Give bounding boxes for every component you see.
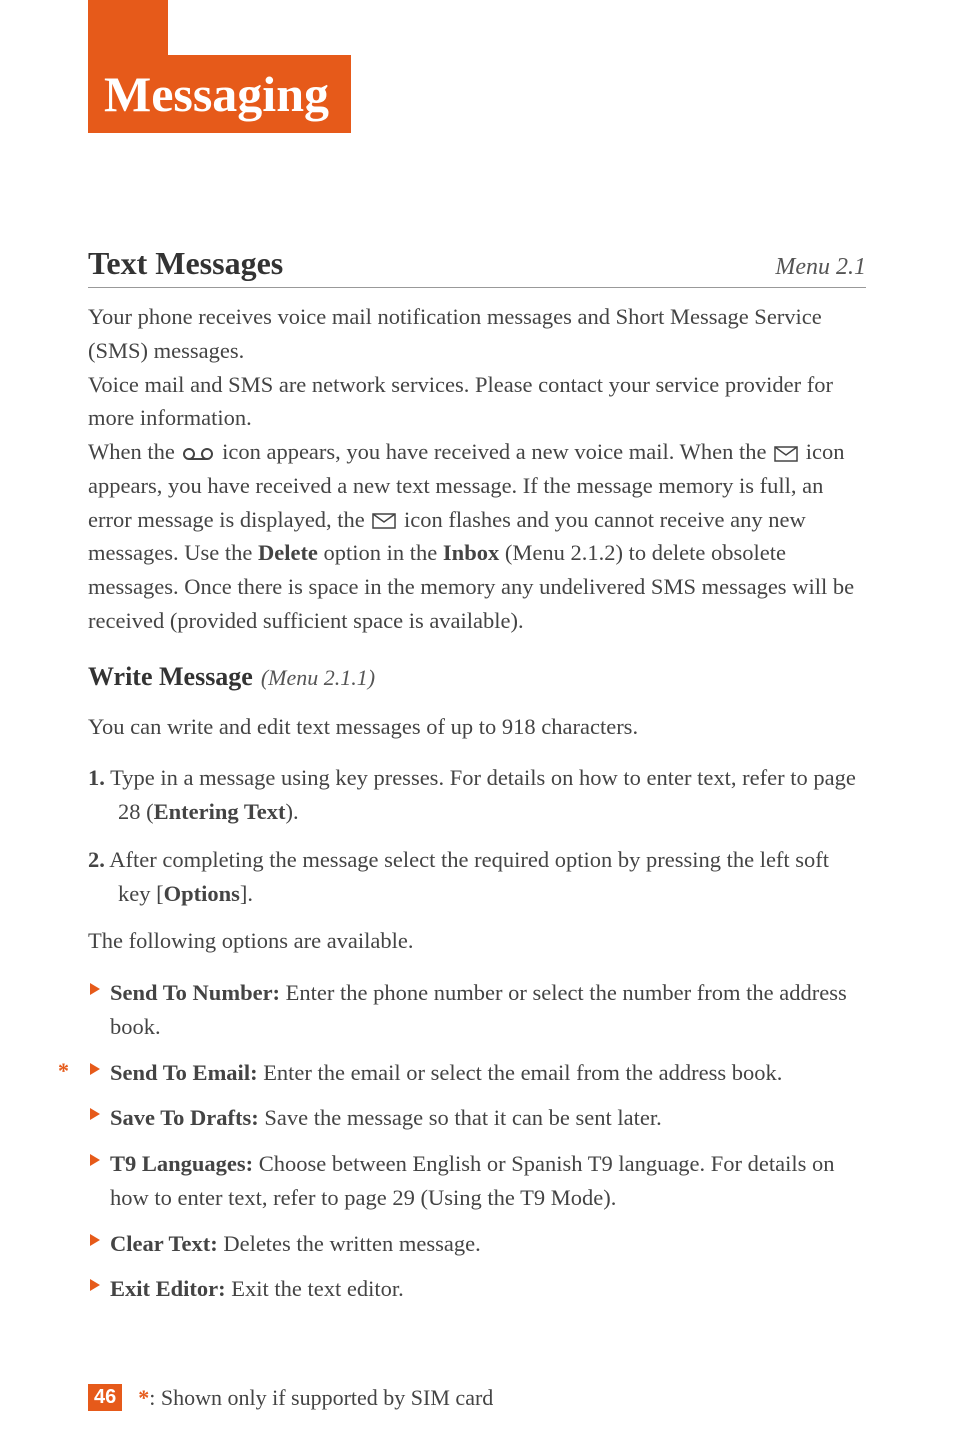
step-1-bold: Entering Text [154, 799, 286, 824]
subsection-title: Write Message [88, 662, 253, 691]
option-desc: Deletes the written message. [218, 1231, 481, 1256]
option-label: Clear Text: [110, 1231, 218, 1256]
option-text: Save To Drafts: Save the message so that… [110, 1101, 662, 1135]
subsection-ref: (Menu 2.1.1) [261, 665, 375, 690]
page-footer: 46 *: Shown only if supported by SIM car… [88, 1384, 493, 1411]
option-desc: Exit the text editor. [226, 1276, 404, 1301]
option-text: Send To Number: Enter the phone number o… [110, 976, 866, 1044]
option-desc: Save the message so that it can be sent … [259, 1105, 662, 1130]
header-accent-block [88, 0, 168, 55]
option-save-to-drafts: Save To Drafts: Save the message so that… [88, 1101, 866, 1135]
step-2-bold: Options [164, 881, 240, 906]
step-2: 2. After completing the message select t… [88, 843, 866, 911]
option-exit-editor: Exit Editor: Exit the text editor. [88, 1272, 866, 1306]
option-send-to-email: * Send To Email: Enter the email or sele… [88, 1056, 866, 1090]
section-header: Text Messages Menu 2.1 [88, 245, 866, 288]
chapter-title: Messaging [104, 66, 329, 122]
triangle-bullet-icon [88, 1062, 102, 1076]
step-1: 1. Type in a message using key presses. … [88, 761, 866, 829]
message-icon [774, 446, 798, 462]
footnote-text: : Shown only if supported by SIM card [149, 1385, 493, 1410]
intro-paragraph: Your phone receives voice mail notificat… [88, 300, 866, 638]
option-label: Save To Drafts: [110, 1105, 259, 1130]
options-intro: The following options are available. [88, 924, 866, 958]
message-icon-2 [372, 513, 396, 529]
footnote: *: Shown only if supported by SIM card [138, 1385, 493, 1411]
triangle-bullet-icon [88, 1233, 102, 1247]
option-text: T9 Languages: Choose between English or … [110, 1147, 866, 1215]
step-1-text-b: ). [286, 799, 299, 824]
chapter-title-block: Messaging [88, 55, 351, 133]
triangle-bullet-icon [88, 1153, 102, 1167]
intro-p1: Your phone receives voice mail notificat… [88, 304, 822, 363]
step-2-num: 2. [88, 847, 105, 872]
option-text: Exit Editor: Exit the text editor. [110, 1272, 404, 1306]
option-label: T9 Languages: [110, 1151, 253, 1176]
asterisk-marker: * [58, 1058, 69, 1084]
intro-p3f: option in the [318, 540, 443, 565]
section-title: Text Messages [88, 245, 283, 282]
triangle-bullet-icon [88, 1107, 102, 1121]
page-number: 46 [88, 1384, 122, 1411]
option-label: Send To Number: [110, 980, 280, 1005]
triangle-bullet-icon [88, 1278, 102, 1292]
voicemail-icon [182, 446, 214, 462]
intro-inbox-bold: Inbox [443, 540, 499, 565]
option-t9-languages: T9 Languages: Choose between English or … [88, 1147, 866, 1215]
option-label: Exit Editor: [110, 1276, 226, 1301]
subsection-intro: You can write and edit text messages of … [88, 710, 866, 744]
step-1-num: 1. [88, 765, 105, 790]
option-label: Send To Email: [110, 1060, 258, 1085]
intro-p3b: icon appears, you have received a new vo… [216, 439, 772, 464]
option-text: Clear Text: Deletes the written message. [110, 1227, 481, 1261]
option-desc: Enter the email or select the email from… [258, 1060, 783, 1085]
footnote-asterisk: * [138, 1385, 149, 1410]
option-clear-text: Clear Text: Deletes the written message. [88, 1227, 866, 1261]
intro-p3a: When the [88, 439, 180, 464]
section-menu-ref: Menu 2.1 [775, 254, 866, 281]
intro-delete-bold: Delete [258, 540, 318, 565]
page-content: Text Messages Menu 2.1 Your phone receiv… [88, 245, 866, 1318]
subsection-header: Write Message (Menu 2.1.1) [88, 662, 866, 692]
option-send-to-number: Send To Number: Enter the phone number o… [88, 976, 866, 1044]
option-text: Send To Email: Enter the email or select… [110, 1056, 782, 1090]
intro-p2: Voice mail and SMS are network services.… [88, 372, 833, 431]
triangle-bullet-icon [88, 982, 102, 996]
step-2-text-b: ]. [240, 881, 253, 906]
